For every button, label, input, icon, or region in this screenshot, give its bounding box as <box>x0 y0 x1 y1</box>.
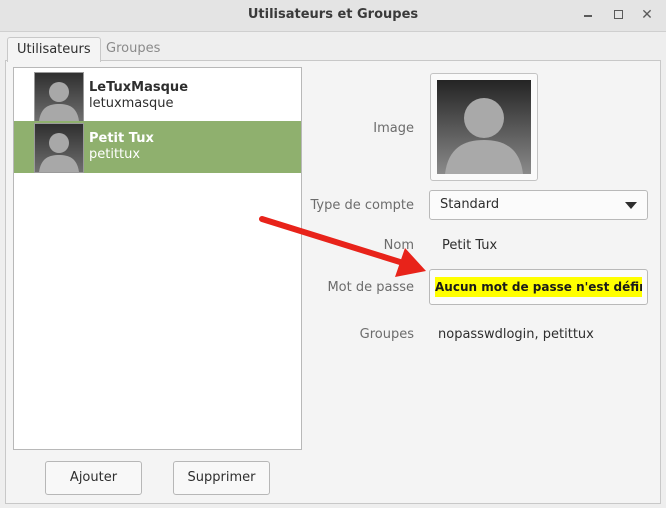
image-label: Image <box>373 121 414 136</box>
user-image-button[interactable] <box>430 73 538 181</box>
user-picture-icon <box>437 80 531 174</box>
user-list-item-letuxmasque[interactable]: LeTuxMasque letuxmasque <box>14 70 301 122</box>
maximize-icon[interactable] <box>609 6 627 24</box>
user-list: LeTuxMasque letuxmasque Petit Tux petitt… <box>13 67 302 450</box>
close-icon[interactable]: ✕ <box>638 6 656 24</box>
groups-value[interactable]: nopasswdlogin, petittux <box>438 327 594 342</box>
user-login: letuxmasque <box>89 96 174 111</box>
window-title: Utilisateurs et Groupes <box>247 7 419 22</box>
user-name: LeTuxMasque <box>89 80 189 95</box>
title-bar: Utilisateurs et Groupes ✕ <box>0 0 666 32</box>
user-avatar-icon <box>34 72 84 122</box>
user-list-item-petittux[interactable]: Petit Tux petittux <box>14 121 301 173</box>
remove-user-button[interactable]: Supprimer <box>173 461 270 495</box>
user-name: Petit Tux <box>89 131 154 146</box>
name-value[interactable]: Petit Tux <box>442 238 497 253</box>
add-user-button[interactable]: Ajouter <box>45 461 142 495</box>
password-value: Aucun mot de passe n'est défini <box>435 277 642 297</box>
name-label: Nom <box>383 238 414 253</box>
groups-label: Groupes <box>359 327 414 342</box>
tab-utilisateurs[interactable]: Utilisateurs <box>7 37 101 62</box>
account-type-value: Standard <box>440 197 500 212</box>
password-button[interactable]: Aucun mot de passe n'est défini <box>429 269 648 305</box>
account-type-label: Type de compte <box>310 198 415 213</box>
tab-groupes[interactable]: Groupes <box>97 37 169 61</box>
password-label: Mot de passe <box>327 280 414 295</box>
user-avatar-icon <box>34 123 84 173</box>
account-type-select[interactable]: Standard <box>429 190 648 220</box>
minimize-icon[interactable] <box>579 6 597 24</box>
dropdown-arrow-icon <box>625 202 637 209</box>
user-login: petittux <box>89 147 141 162</box>
